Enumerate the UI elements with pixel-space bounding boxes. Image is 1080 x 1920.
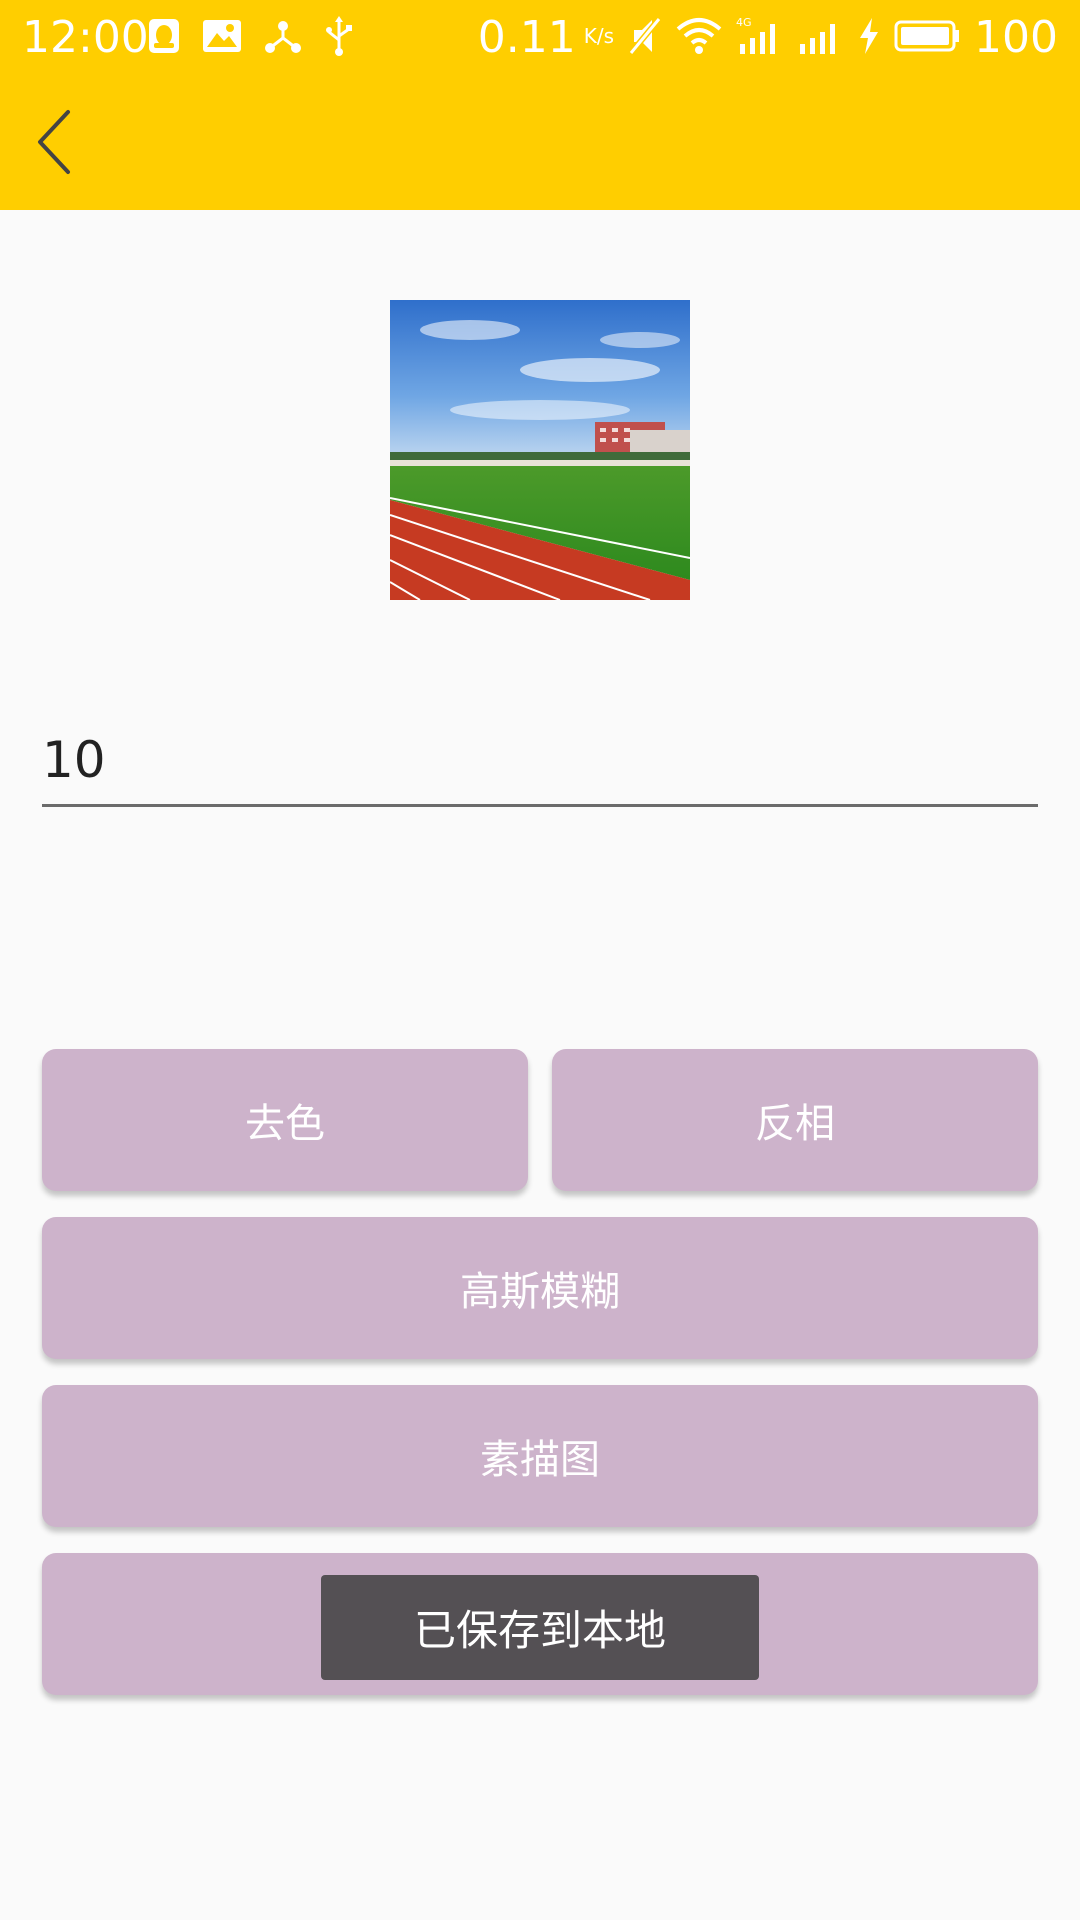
sketch-button-label: 素描图	[480, 1437, 600, 1483]
invert-button[interactable]: 反相	[552, 1049, 1038, 1191]
net-speed: 0.11	[477, 12, 576, 63]
charging-icon	[858, 16, 880, 60]
desaturate-button-label: 去色	[245, 1101, 325, 1147]
back-button[interactable]	[18, 104, 90, 184]
notification-icons	[148, 16, 354, 60]
gaussian-blur-button[interactable]: 高斯模糊	[42, 1217, 1038, 1359]
gaussian-blur-button-label: 高斯模糊	[460, 1269, 620, 1315]
signal-icon	[798, 16, 844, 60]
gallery-icon	[202, 19, 242, 57]
desaturate-button[interactable]: 去色	[42, 1049, 528, 1191]
toast-message: 已保存到本地	[321, 1575, 759, 1680]
status-indicators: 0.11 K/s 4G 100	[478, 10, 1058, 66]
svg-text:4G: 4G	[736, 16, 752, 29]
battery-level: 100	[974, 12, 1058, 63]
chevron-left-icon	[32, 106, 76, 182]
battery-icon	[894, 18, 960, 58]
signal-4g-icon: 4G	[736, 16, 784, 60]
toast-text: 已保存到本地	[413, 1606, 666, 1655]
mute-icon	[628, 16, 662, 60]
status-bar: 12:00 0.11 K/s 4G 100	[0, 0, 1080, 76]
sketch-button[interactable]: 素描图	[42, 1385, 1038, 1527]
wifi-icon	[676, 17, 722, 59]
sports-field-photo	[390, 300, 690, 600]
blur-radius-input[interactable]	[42, 720, 1038, 807]
invert-button-label: 反相	[755, 1101, 835, 1147]
net-speed-unit: K/s	[583, 24, 615, 48]
preview-image	[390, 300, 690, 600]
share-hub-icon	[264, 18, 302, 58]
qq-icon	[148, 18, 180, 58]
status-time: 12:00	[22, 12, 149, 63]
usb-icon	[324, 16, 354, 60]
toolbar	[0, 76, 1080, 210]
